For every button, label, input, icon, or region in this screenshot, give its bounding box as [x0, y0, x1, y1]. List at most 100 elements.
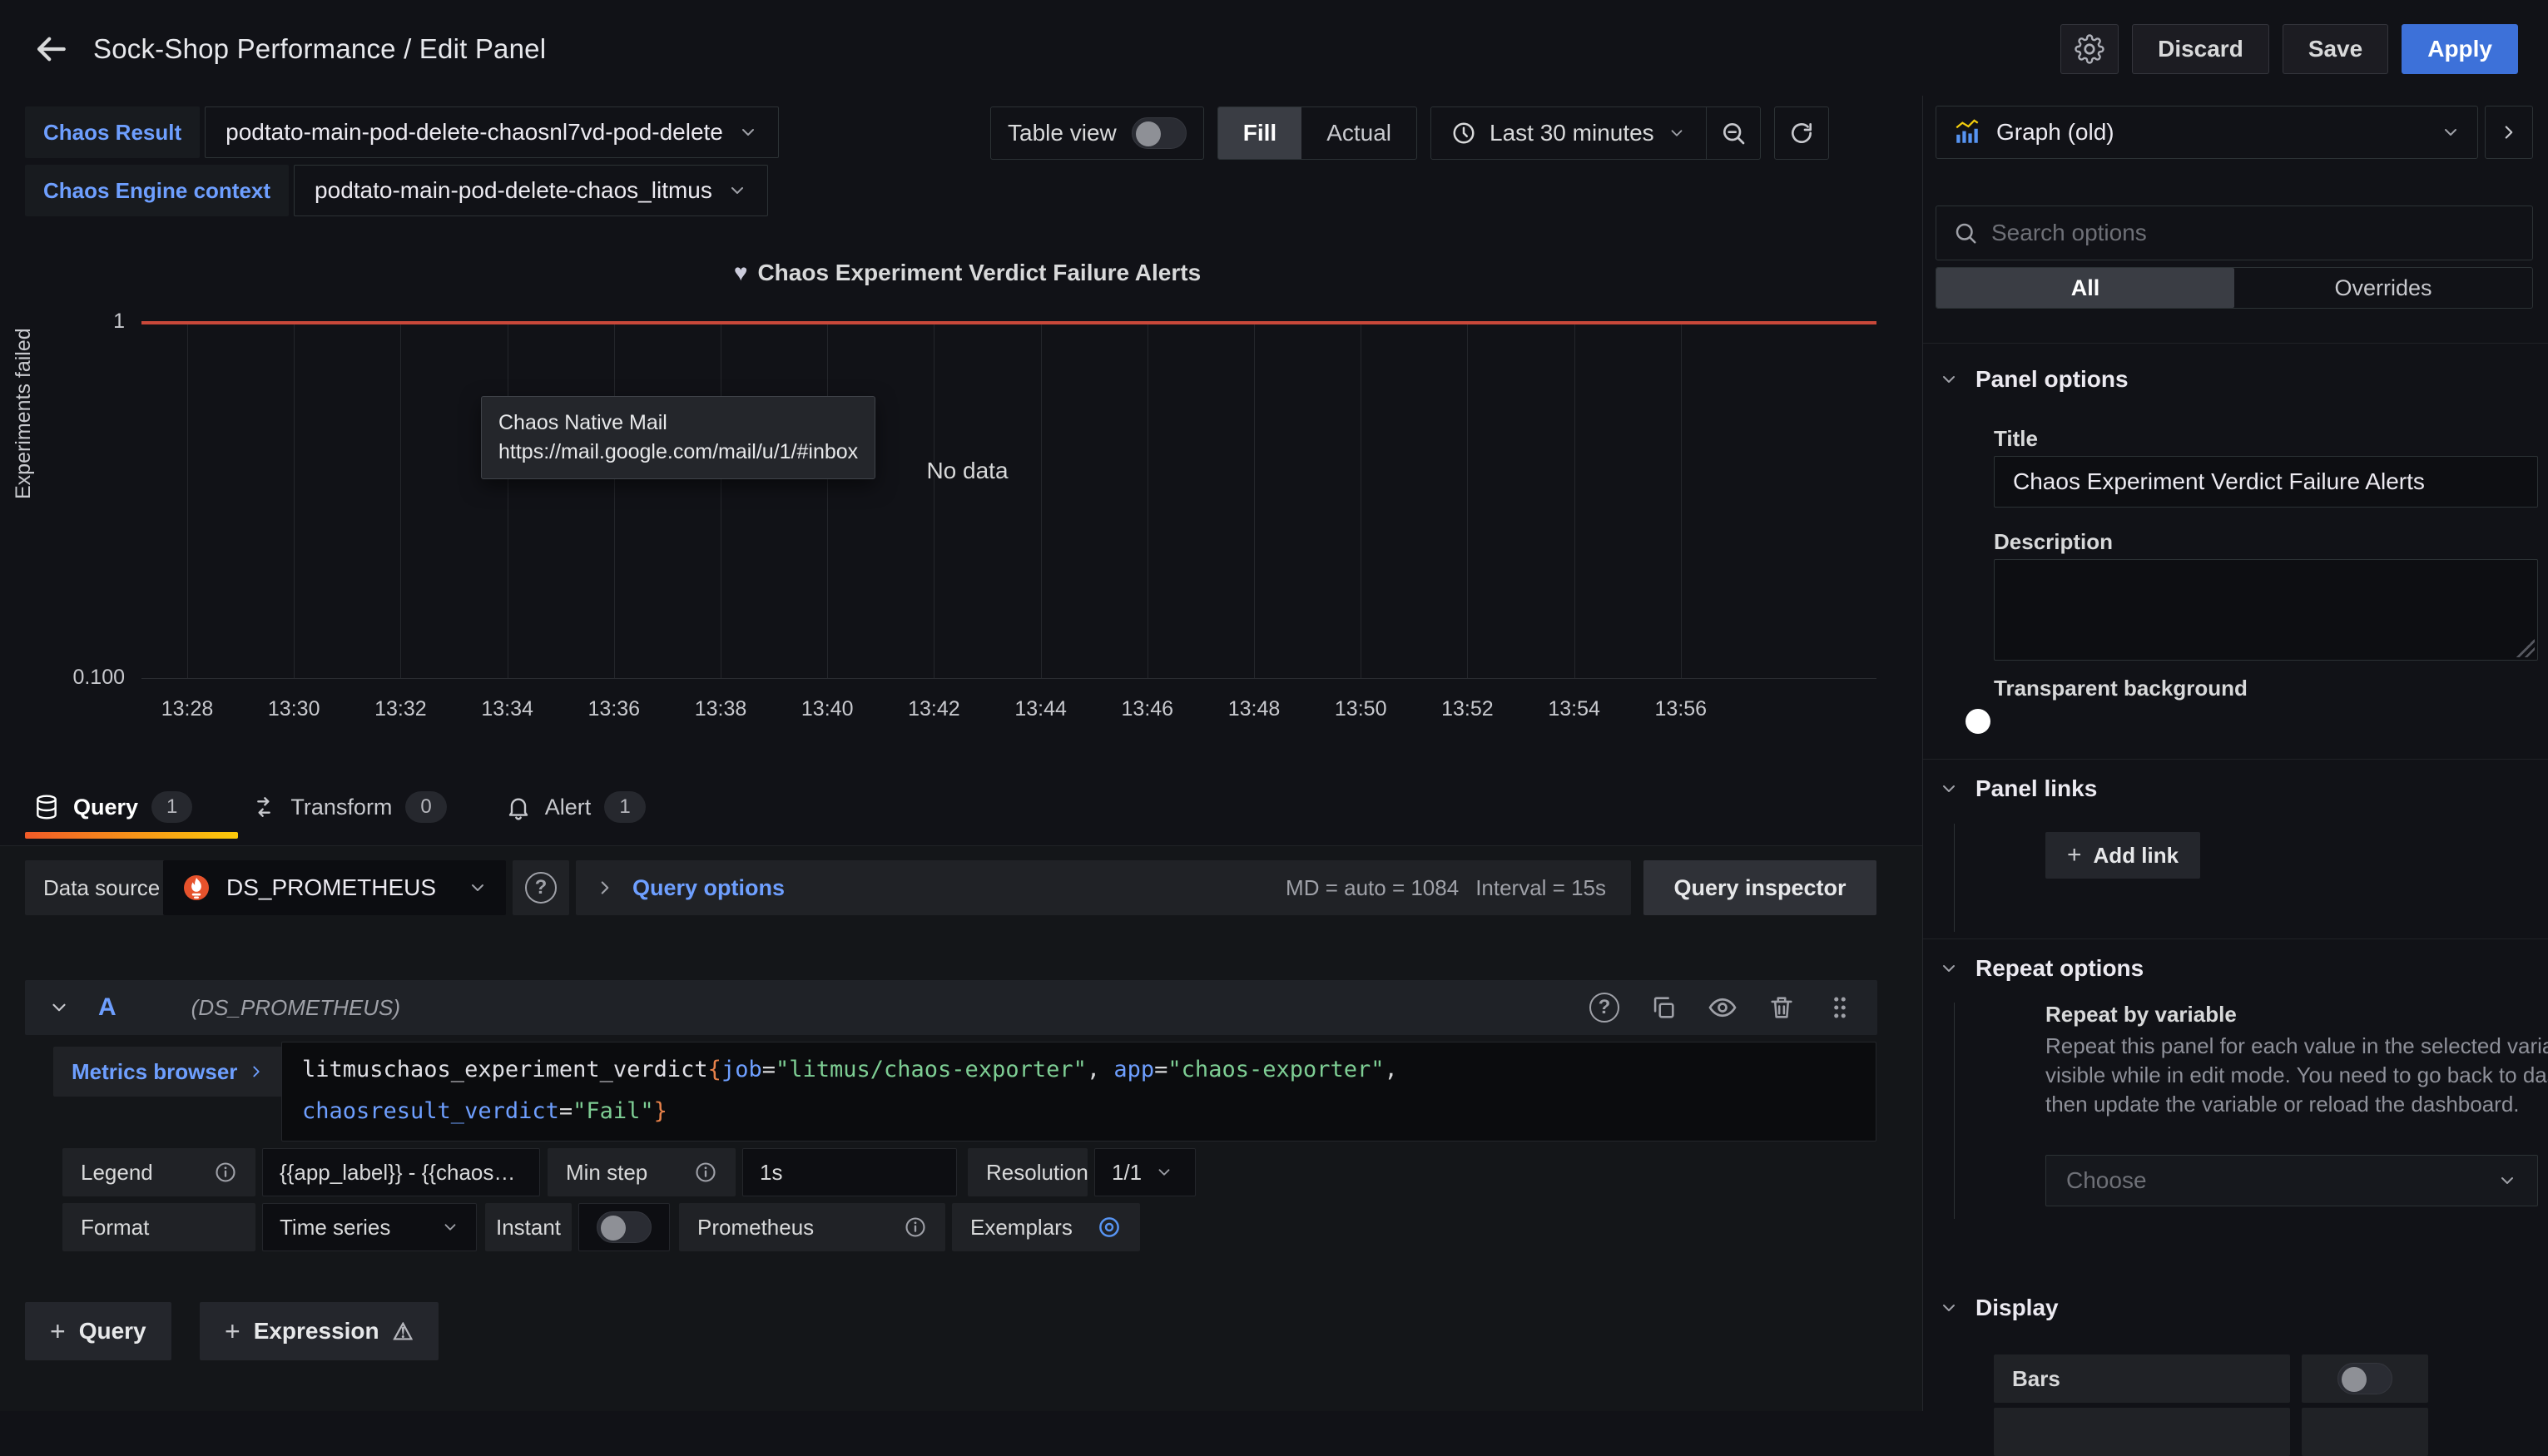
- panel-view-controls: Table view Fill Actual Last 30 minutes: [990, 106, 1829, 160]
- add-query-button[interactable]: + Query: [25, 1302, 171, 1360]
- gridline: [1041, 323, 1042, 678]
- visualization-picker[interactable]: Graph (old): [1936, 106, 2478, 159]
- x-tick-label: 13:48: [1228, 697, 1281, 721]
- chart-plot-area[interactable]: [141, 321, 1876, 678]
- panel-options-header[interactable]: Panel options: [1939, 366, 2129, 393]
- top-header: Sock-Shop Performance / Edit Panel Disca…: [0, 0, 2548, 98]
- refresh-icon: [1788, 120, 1815, 146]
- chevron-down-icon: [1939, 369, 1959, 389]
- description-field-label: Description: [1994, 529, 2113, 555]
- filter-all-option[interactable]: All: [1936, 268, 2234, 308]
- tab-transform[interactable]: Transform 0: [250, 791, 446, 823]
- section-title: Panel options: [1975, 366, 2129, 393]
- active-tab-underline: [25, 832, 238, 839]
- metrics-browser-label: Metrics browser: [72, 1059, 237, 1085]
- tab-label: Alert: [545, 795, 592, 820]
- chevron-down-icon: [1939, 958, 1959, 978]
- repeat-options-header[interactable]: Repeat options: [1939, 955, 2144, 982]
- panel-settings-button[interactable]: [2060, 24, 2119, 74]
- zoom-out-button[interactable]: [1706, 107, 1760, 159]
- legend-label-text: Legend: [81, 1160, 153, 1186]
- format-value-text: Time series: [280, 1215, 390, 1241]
- x-tick-label: 13:50: [1335, 697, 1387, 721]
- variable-value-dropdown[interactable]: podtato-main-pod-delete-chaosnl7vd-pod-d…: [205, 106, 779, 158]
- resolution-field-label: Resolution: [968, 1148, 1088, 1196]
- x-tick-label: 13:56: [1655, 697, 1708, 721]
- x-tick-label: 13:54: [1548, 697, 1600, 721]
- query-inspector-button[interactable]: Query inspector: [1643, 860, 1876, 915]
- query-row-actions: ?: [1589, 993, 1854, 1023]
- time-range-button[interactable]: Last 30 minutes: [1431, 107, 1706, 159]
- tab-label: Query: [73, 795, 138, 820]
- exemplars-icon[interactable]: [1097, 1215, 1122, 1240]
- chart-header: ♥Chaos Experiment Verdict Failure Alerts: [141, 260, 1793, 286]
- help-circle-icon[interactable]: ?: [1589, 993, 1619, 1023]
- gridline: [1467, 323, 1468, 678]
- min-step-input[interactable]: [742, 1148, 957, 1196]
- add-expression-button[interactable]: + Expression ⚠: [200, 1302, 439, 1360]
- tab-query[interactable]: Query 1: [33, 791, 192, 823]
- chevron-down-icon: [738, 122, 758, 142]
- trash-icon[interactable]: [1767, 993, 1796, 1022]
- gridline: [827, 323, 828, 678]
- add-link-button[interactable]: + Add link: [2045, 832, 2200, 879]
- section-divider: [1923, 938, 2548, 939]
- repeat-variable-dropdown[interactable]: Choose: [2045, 1155, 2538, 1206]
- clock-icon: [1451, 121, 1476, 146]
- discard-button[interactable]: Discard: [2132, 24, 2269, 74]
- instant-field-label: Instant: [485, 1203, 572, 1251]
- bell-icon: [505, 794, 532, 820]
- metrics-browser-button[interactable]: Metrics browser: [53, 1047, 284, 1097]
- table-view-control: Table view: [990, 106, 1204, 160]
- query-datasource-hint: (DS_PROMETHEUS): [191, 995, 400, 1021]
- fill-option[interactable]: Fill: [1218, 107, 1301, 159]
- actual-option[interactable]: Actual: [1301, 107, 1416, 159]
- legend-input[interactable]: [262, 1148, 540, 1196]
- graph-viz-icon: [1953, 118, 1981, 146]
- table-view-toggle[interactable]: [1132, 117, 1187, 149]
- variable-label: Chaos Engine context: [25, 165, 289, 216]
- exemplars-label-text: Exemplars: [970, 1215, 1073, 1241]
- tab-count-badge: 1: [604, 791, 645, 823]
- instant-toggle[interactable]: [597, 1211, 652, 1243]
- x-tick-label: 13:52: [1441, 697, 1494, 721]
- query-options-link[interactable]: Query options: [632, 875, 785, 901]
- apply-button[interactable]: Apply: [2402, 24, 2518, 74]
- duplicate-icon[interactable]: [1649, 993, 1678, 1022]
- transparent-background-label: Transparent background: [1994, 676, 2248, 701]
- data-source-help-button[interactable]: ?: [513, 860, 569, 915]
- resize-handle[interactable]: [2516, 639, 2535, 657]
- x-tick-label: 13:44: [1014, 697, 1067, 721]
- collapse-options-pane-button[interactable]: [2485, 106, 2533, 159]
- refresh-button[interactable]: [1774, 106, 1829, 160]
- x-tick-label: 13:42: [908, 697, 960, 721]
- query-ref-id: A: [98, 993, 116, 1022]
- panel-links-header[interactable]: Panel links: [1939, 775, 2097, 802]
- options-search[interactable]: [1936, 206, 2533, 260]
- save-button[interactable]: Save: [2283, 24, 2388, 74]
- options-search-input[interactable]: [1991, 220, 2516, 246]
- max-data-points-text: MD = auto = 1084: [1286, 875, 1459, 901]
- bars-toggle[interactable]: [2337, 1363, 2392, 1394]
- format-dropdown[interactable]: Time series: [262, 1203, 477, 1251]
- sidebar-divider: [1922, 96, 1923, 1411]
- gridline: [294, 323, 295, 678]
- filter-overrides-option[interactable]: Overrides: [2234, 268, 2532, 308]
- variable-value-dropdown[interactable]: podtato-main-pod-delete-chaos_litmus: [294, 165, 768, 216]
- drag-handle-icon[interactable]: [1826, 993, 1854, 1022]
- page-title: Sock-Shop Performance / Edit Panel: [93, 33, 546, 65]
- query-row-header[interactable]: A (DS_PROMETHEUS) ?: [25, 980, 1877, 1035]
- panel-description-textarea[interactable]: [1994, 559, 2538, 661]
- resolution-dropdown[interactable]: 1/1: [1094, 1148, 1196, 1196]
- back-button[interactable]: [33, 32, 68, 67]
- collapse-chevron-icon[interactable]: [48, 997, 70, 1018]
- gridline: [187, 323, 188, 678]
- panel-title-input[interactable]: [1994, 456, 2538, 508]
- help-icon: ?: [525, 872, 557, 904]
- data-source-picker[interactable]: DS_PROMETHEUS: [163, 860, 506, 915]
- interval-text: Interval = 15s: [1475, 875, 1606, 901]
- tab-alert[interactable]: Alert 1: [505, 791, 646, 823]
- eye-icon[interactable]: [1708, 993, 1737, 1023]
- query-expression[interactable]: litmuschaos_experiment_verdict{job="litm…: [281, 1042, 1876, 1142]
- display-section-header[interactable]: Display: [1939, 1295, 2059, 1321]
